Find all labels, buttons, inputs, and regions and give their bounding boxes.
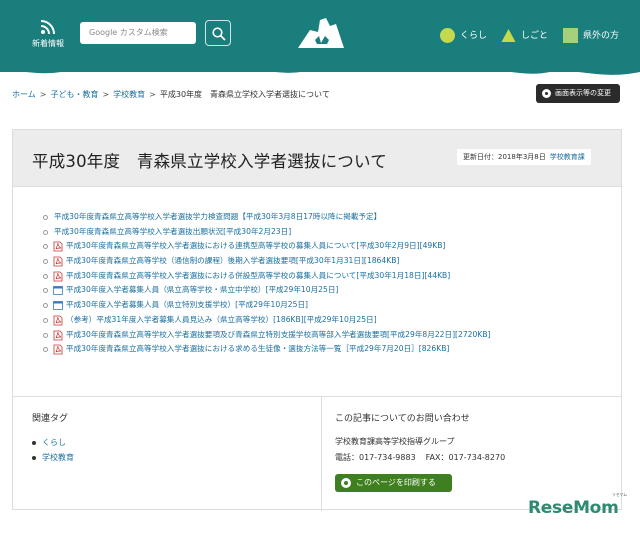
breadcrumb: ホーム > 子ども・教育 > 学校教育 > 平成30年度 青森県立学校入学者選抜について	[12, 90, 330, 99]
divider-vertical	[321, 397, 322, 511]
view-settings-button[interactable]: 画面表示等の変更	[536, 84, 620, 103]
bullet-icon	[43, 215, 48, 220]
page-icon	[53, 301, 63, 311]
site-logo[interactable]	[296, 16, 346, 50]
document-link[interactable]: 平成30年度入学者募集人員（県立特別支援学校）[平成29年10月25日]	[66, 298, 308, 313]
news-label: 新着情報	[32, 39, 64, 48]
bullet-icon	[43, 244, 48, 250]
title-box: 平成30年度 青森県立学校入学者選抜について 更新日付：2018年3月8日 学校教…	[13, 130, 621, 187]
page-icon	[53, 286, 63, 296]
bullet-icon	[43, 317, 48, 323]
watermark-logo: ReseMom リセマム	[528, 492, 627, 518]
main-panel: 平成30年度 青森県立学校入学者選抜について 更新日付：2018年3月8日 学校教…	[12, 129, 622, 511]
breadcrumb-education[interactable]: 子ども・教育	[50, 90, 98, 99]
document-link[interactable]: （参考）平成31年度入学者募集人員見込み（県立高等学校）[186KB][平成29…	[66, 313, 377, 328]
search-button[interactable]	[205, 20, 231, 46]
tags-title: 関連タグ	[32, 414, 69, 424]
nav-living-label: くらし	[460, 31, 488, 41]
document-link[interactable]: 平成30年度青森県立高等学校入学者選抜における求める生徒像・選抜方法等一覧［平成…	[66, 342, 449, 357]
breadcrumb-current: 平成30年度 青森県立学校入学者選抜について	[159, 90, 330, 99]
document-link[interactable]: 平成30年度青森県立高等学校入学者選抜出願状況[平成30年2月23日]	[54, 225, 291, 240]
document-link[interactable]: 平成30年度青森県立高等学校入学者選抜学力検査問題【平成30年3月8日17時以降…	[54, 210, 381, 225]
updated-date: 更新日付：2018年3月8日	[463, 153, 546, 161]
bullet-icon	[43, 303, 48, 309]
pdf-icon	[53, 315, 63, 326]
updated-badge: 更新日付：2018年3月8日 学校教育課	[457, 149, 591, 165]
divider	[13, 396, 621, 397]
contact-phone: 電話：017-734-9883 FAX：017-734-8270	[335, 452, 505, 463]
document-link[interactable]: 平成30年度青森県立高等学校（通信制の課程）後期入学者選抜要項[平成30年1月3…	[66, 254, 399, 269]
square-icon	[563, 28, 578, 43]
document-link[interactable]: 平成30年度入学者募集人員（県立高等学校・県立中学校）[平成29年10月25日]	[66, 283, 338, 298]
phone-number: 電話：017-734-9883	[335, 453, 416, 462]
bullet-icon	[43, 288, 48, 294]
fax-number: FAX：017-734-8270	[425, 453, 506, 462]
pdf-icon	[53, 344, 63, 355]
document-link[interactable]: 平成30年度青森県立高等学校入学者選抜要項及び青森県立特別支援学校高等部入学者選…	[66, 328, 491, 343]
breadcrumb-school[interactable]: 学校教育	[113, 90, 145, 99]
watermark-sub: リセマム	[612, 492, 627, 497]
nav-outside-label: 県外の方	[583, 31, 620, 41]
tag-list: くらし 学校教育	[32, 435, 74, 465]
watermark-text: ReseMom	[528, 498, 619, 518]
search-icon	[212, 27, 226, 41]
bullet-icon	[43, 229, 48, 235]
document-link[interactable]: 平成30年度青森県立高等学校入学者選抜における併設型高等学校の募集人員について[…	[66, 269, 450, 284]
print-button[interactable]: このページを印刷する	[335, 474, 452, 492]
triangle-icon	[501, 29, 516, 42]
pdf-icon	[53, 241, 63, 252]
nav-work-label: しごと	[521, 31, 549, 41]
bullet-icon	[43, 332, 48, 338]
rss-icon	[40, 20, 55, 35]
contact-dept: 学校教育課高等学校指導グループ	[335, 437, 455, 446]
circle-icon	[440, 28, 455, 43]
contact-title: この記事についてのお問い合わせ	[335, 414, 470, 424]
breadcrumb-home[interactable]: ホーム	[12, 90, 36, 99]
tag-school[interactable]: 学校教育	[32, 450, 74, 465]
tag-living[interactable]: くらし	[32, 435, 74, 450]
header-wave	[0, 56, 640, 75]
pdf-icon	[53, 256, 63, 267]
view-settings-label: 画面表示等の変更	[555, 89, 611, 97]
page-title: 平成30年度 青森県立学校入学者選抜について	[32, 152, 387, 171]
bullet-icon	[43, 259, 48, 265]
news-link[interactable]: 新着情報	[28, 19, 68, 49]
pdf-icon	[53, 330, 63, 340]
search-input[interactable]: Google カスタム検索	[80, 22, 196, 44]
print-label: このページを印刷する	[356, 478, 436, 487]
settings-dot-icon	[542, 89, 551, 98]
document-link[interactable]: 平成30年度青森県立高等学校入学者選抜における連携型高等学校の募集人員について[…	[66, 239, 445, 254]
pdf-icon	[53, 271, 63, 282]
bullet-icon	[43, 347, 48, 353]
print-dot-icon	[341, 478, 351, 488]
bullet-icon	[43, 273, 48, 279]
department-link[interactable]: 学校教育課	[550, 153, 585, 161]
